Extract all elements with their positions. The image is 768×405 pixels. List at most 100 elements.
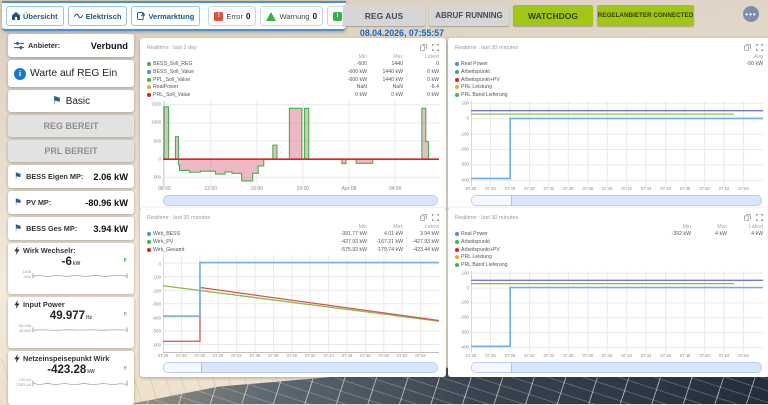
y-tick-label: 0 xyxy=(159,261,161,266)
legend-value: -392 kW xyxy=(655,231,691,237)
legend-row[interactable]: PRL Band Lieferung xyxy=(455,261,763,269)
chart-title: Realtime : last 30 minutes xyxy=(455,45,518,51)
fullscreen-icon[interactable] xyxy=(432,44,439,51)
anbieter-card[interactable]: Anbieter: Verbund xyxy=(8,34,134,57)
chart-navigator[interactable] xyxy=(163,195,438,206)
legend-row[interactable]: Real Power-50 kW xyxy=(455,61,763,69)
mini-grid-icon[interactable]: ⠿ xyxy=(123,258,128,264)
legend-row[interactable]: RealPowerNaNNaN-6.4 xyxy=(147,83,439,91)
legend-row[interactable]: BESS_Soll_Value-600 kW1440 kW0 kW xyxy=(147,68,439,76)
prl-bereit-button[interactable]: PRL BEREIT xyxy=(8,140,134,162)
copy-icon[interactable] xyxy=(420,44,427,51)
legend-row[interactable]: Arbeitspunkt+PV xyxy=(455,76,763,84)
legend-value: -6.4 xyxy=(403,84,439,90)
tab-uebersicht[interactable]: Übersicht xyxy=(6,6,64,26)
plot-area[interactable] xyxy=(163,101,439,186)
chart-navigator[interactable] xyxy=(471,362,762,373)
metric-bess-eigen: ⚑ BESS Eigen MP: 2.06 kW xyxy=(8,165,134,188)
chart-navigator[interactable] xyxy=(471,195,762,206)
legend-value: 0 kW xyxy=(331,92,367,98)
legend-value: -575.92 kW xyxy=(331,247,367,253)
legend-dot xyxy=(147,78,151,82)
bolt-icon xyxy=(14,354,20,363)
warning-icon xyxy=(266,12,276,21)
chart-title: Realtime : last 1 day xyxy=(147,45,197,51)
plot-area[interactable] xyxy=(471,101,763,186)
metric-value: -80.96 kW xyxy=(85,198,128,208)
regelanbieter-connected-button[interactable]: REGELANBIETER CONNECTED xyxy=(597,5,694,26)
mini-grid-icon[interactable]: ⠿ xyxy=(123,366,128,372)
legend-row[interactable]: Arbeitspunkt xyxy=(455,238,763,246)
legend-row[interactable]: Arbeitspunkt+PV xyxy=(455,246,763,254)
reg-aus-button[interactable]: REG AUS xyxy=(343,5,425,26)
error-counter[interactable]: ! Error 0 xyxy=(208,6,256,26)
legend-header: MinMaxLatest xyxy=(147,223,439,231)
copy-icon[interactable] xyxy=(420,214,427,221)
reg-status-card: i Warte auf REG Ein xyxy=(8,60,134,87)
x-tick-label: 07:40 xyxy=(602,353,612,358)
x-tick-label: 04:00 xyxy=(389,186,402,192)
chart-realtime-power-bottom: Realtime : last 30 minutes MinMaxLatestR… xyxy=(448,208,768,377)
mode-card[interactable]: ⚑ Basic xyxy=(8,90,134,112)
y-tick-label: 500 xyxy=(154,138,161,143)
warning-counter[interactable]: Warnung 0 xyxy=(260,6,323,26)
sparkline xyxy=(32,270,128,280)
legend-row[interactable]: PRL Leistung xyxy=(455,83,763,91)
legend-row[interactable]: PRL Band Lieferung xyxy=(455,91,763,99)
x-tick-label: 07:36 xyxy=(563,186,573,191)
fullscreen-icon[interactable] xyxy=(432,214,439,221)
fullscreen-icon[interactable] xyxy=(756,44,763,51)
legend-row[interactable]: Wirk_BESS-391.77 kW4.01 kW3.94 kW xyxy=(147,231,439,239)
legend-row[interactable]: PRL Leistung xyxy=(455,253,763,261)
legend-column-header: Latest xyxy=(727,224,763,230)
x-tick-label: 07:54 xyxy=(415,353,425,358)
legend-row[interactable]: Wirk_Gesamt-575.92 kW-179.74 kW-423.44 k… xyxy=(147,246,439,254)
plot-area[interactable] xyxy=(471,271,763,353)
legend-row[interactable]: Arbeitspunkt xyxy=(455,68,763,76)
navigator-selection[interactable] xyxy=(472,196,512,205)
gauge-value: -423.28 xyxy=(47,364,86,376)
y-tick-label: -100 xyxy=(460,131,469,136)
tab-vermarktung[interactable]: Vermarktung xyxy=(131,6,200,26)
chart-realtime-power-top: Realtime : last 30 minutes AvgReal Power… xyxy=(448,38,768,210)
legend-row[interactable]: PPL_Soll_Value-600 kW1440 kW0 kW xyxy=(147,76,439,84)
legend-dot xyxy=(455,78,459,82)
legend-header: Avg xyxy=(455,53,763,61)
bolt-icon xyxy=(14,300,20,309)
copy-icon[interactable] xyxy=(744,44,751,51)
legend-dot xyxy=(455,93,459,97)
x-tick-label: 07:44 xyxy=(323,353,333,358)
legend-value: -179.74 kW xyxy=(367,247,403,253)
navigator-selection[interactable] xyxy=(164,363,202,372)
y-tick-label: -300 xyxy=(460,330,469,335)
y-tick-label: -600 xyxy=(152,342,161,347)
chart-navigator[interactable] xyxy=(163,362,438,373)
fullscreen-icon[interactable] xyxy=(756,214,763,221)
legend-dot xyxy=(455,232,459,236)
gauge-label: Netzeinspeisepunkt Wirk xyxy=(23,354,109,363)
x-tick-label: 07:46 xyxy=(342,353,352,358)
legend-row[interactable]: PRL_Soll_Value0 kW0 kW0 kW xyxy=(147,91,439,99)
plot-area[interactable] xyxy=(163,255,439,353)
chart-plot xyxy=(163,101,439,186)
tab-elektrisch[interactable]: Elektrisch xyxy=(68,6,128,26)
legend-row[interactable]: Real Power-392 kW4 kW4 kW xyxy=(455,231,763,239)
legend-column-header: Max xyxy=(367,54,403,60)
legend-column-header: Min xyxy=(331,54,367,60)
x-tick-label: 07:34 xyxy=(231,353,241,358)
legend-row[interactable]: Wirk_PV-427.93 kW-167.21 kW-427.93 kW xyxy=(147,238,439,246)
more-options-button[interactable]: ••• xyxy=(743,6,759,22)
x-tick-label: 07:50 xyxy=(379,353,389,358)
navigator-selection[interactable] xyxy=(472,363,512,372)
legend-dot xyxy=(455,248,459,252)
abruf-running-button[interactable]: ABRUF RUNNING xyxy=(429,5,509,26)
anbieter-value: Verbund xyxy=(91,41,128,51)
copy-icon[interactable] xyxy=(744,214,751,221)
mini-grid-icon[interactable]: ⠿ xyxy=(123,312,128,318)
watchdog-button[interactable]: WATCHDOG xyxy=(513,5,593,26)
home-icon xyxy=(12,12,20,20)
reg-bereit-button[interactable]: REG BEREIT xyxy=(8,115,134,137)
y-tick-label: 100 xyxy=(462,270,469,275)
legend-row[interactable]: BESS_Soll_REG-60014400 xyxy=(147,61,439,69)
x-tick-label: 07:42 xyxy=(305,353,315,358)
